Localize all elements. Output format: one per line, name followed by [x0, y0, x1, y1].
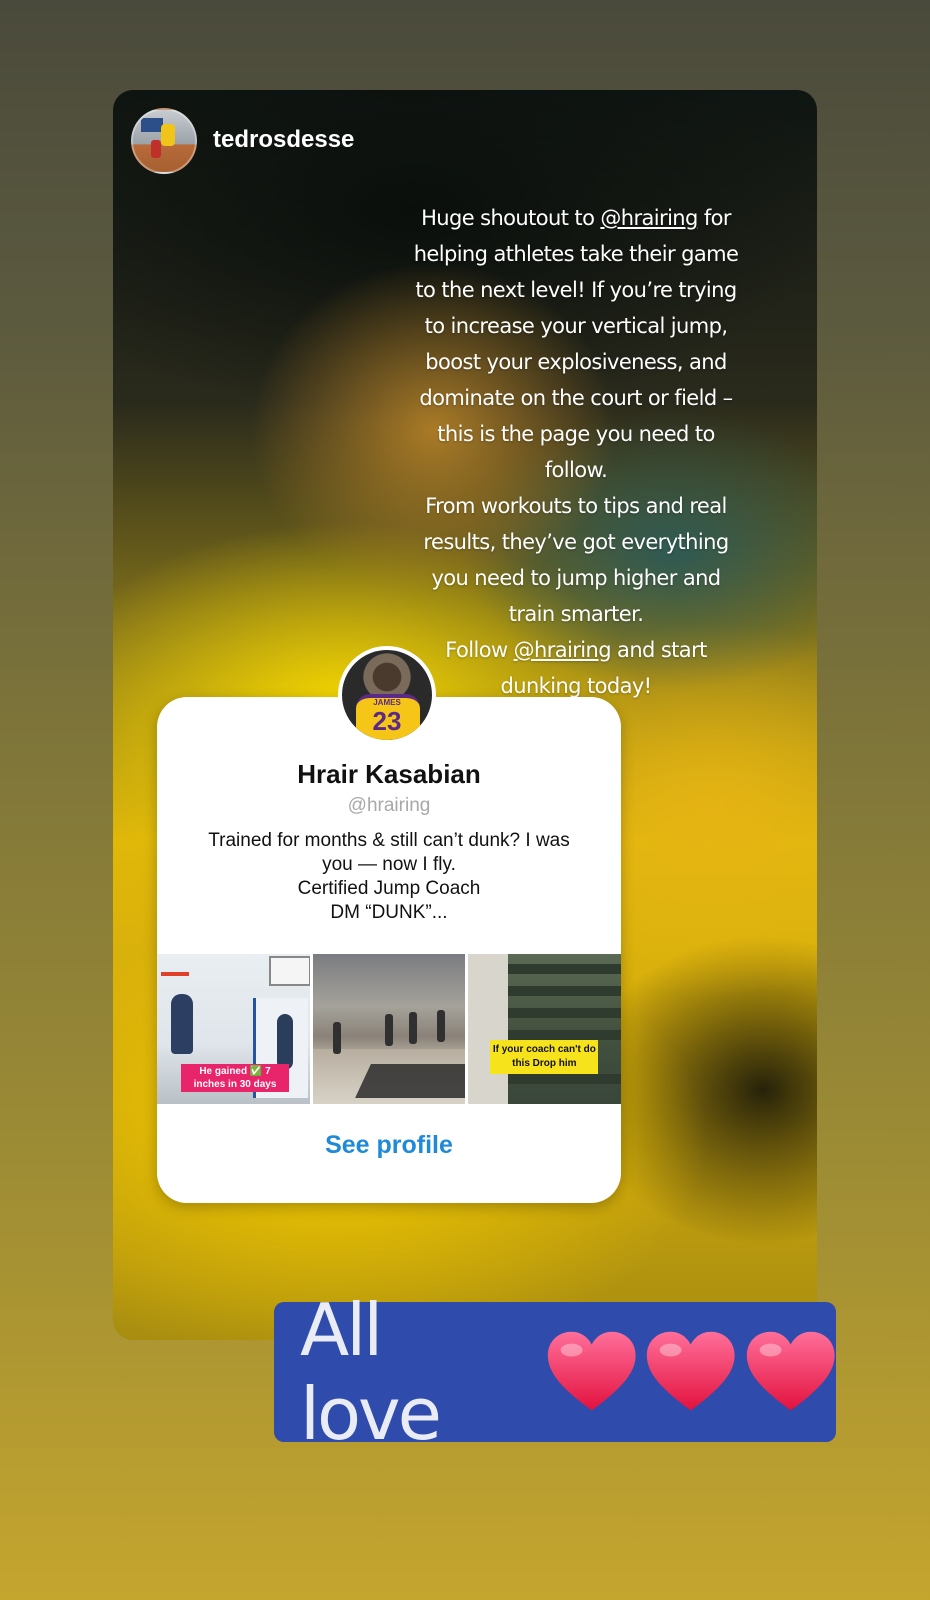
thumbnail-post-2[interactable] [312, 954, 466, 1104]
profile-card[interactable]: Hrair Kasabian @hrairing Trained for mon… [157, 697, 621, 1203]
jersey-number: 23 [372, 706, 402, 736]
see-profile-button[interactable]: See profile [157, 1107, 621, 1181]
thumbnail-overlay-text: If your coach can't do this Drop him [490, 1040, 599, 1074]
caption-text: Huge shoutout to [421, 206, 601, 230]
caption-mention[interactable]: @hrairing [514, 638, 612, 662]
thumbnail-overlay-text: He gained ✅ 7 inches in 30 days [181, 1064, 289, 1092]
caption-text: From workouts to tips and real results, … [423, 494, 729, 626]
heart-icon [646, 1331, 735, 1411]
sticker-text: All love [300, 1288, 442, 1456]
heart-icon [547, 1331, 636, 1411]
author-avatar[interactable] [131, 108, 197, 174]
thumbnail-post-3[interactable]: If your coach can't do this Drop him [468, 954, 621, 1104]
profile-thumbnails: He gained ✅ 7 inches in 30 days If your … [157, 954, 621, 1104]
heart-icon [746, 1331, 835, 1411]
author-username[interactable]: tedrosdesse [213, 126, 354, 154]
profile-bio-text: Trained for months & still can’t dunk? I… [208, 830, 570, 923]
profile-handle: @hrairing [347, 795, 431, 816]
thumbnail-post-1[interactable]: He gained ✅ 7 inches in 30 days [157, 954, 310, 1104]
profile-avatar[interactable]: JAMES 23 [338, 646, 436, 744]
profile-bio: Trained for months & still can’t dunk? I… [177, 829, 601, 925]
caption-text: Follow [445, 638, 514, 662]
caption-text: for helping athletes take their game to … [413, 206, 739, 482]
profile-name: Hrair Kasabian [297, 759, 481, 789]
text-sticker: All love [274, 1288, 836, 1456]
caption-mention[interactable]: @hrairing [600, 206, 698, 230]
story-caption: Huge shoutout to @hrairing for helping a… [411, 200, 741, 704]
